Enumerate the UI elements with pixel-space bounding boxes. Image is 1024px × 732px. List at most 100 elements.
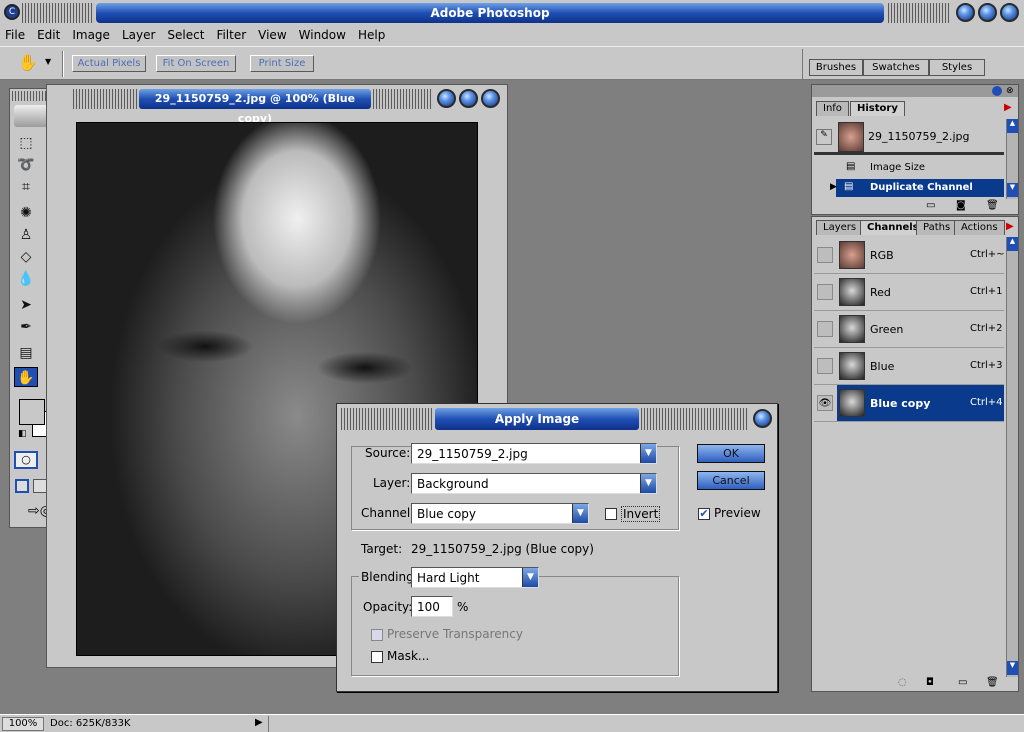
tab-info[interactable]: Info	[816, 101, 849, 116]
default-colors-icon[interactable]: ◧	[18, 429, 27, 439]
menu-image[interactable]: Image	[72, 28, 110, 42]
visibility-eye-box[interactable]	[817, 247, 833, 263]
channels-scrollbar[interactable]: ▲ ▼	[1006, 237, 1018, 677]
channel-row-rgb[interactable]: RGB Ctrl+~	[814, 237, 1005, 274]
palette-well-tab-swatches[interactable]: Swatches	[863, 59, 929, 76]
clone-stamp-tool-icon[interactable]: ♙	[14, 225, 38, 245]
menu-select[interactable]: Select	[167, 28, 204, 42]
chevron-down-icon[interactable]: ▼	[572, 504, 588, 523]
blending-select[interactable]: Hard Light ▼	[411, 567, 539, 588]
visibility-eye-box[interactable]	[817, 284, 833, 300]
eraser-tool-icon[interactable]: ◇	[14, 247, 38, 267]
new-snapshot-icon[interactable]: ◙	[956, 200, 966, 211]
close-button[interactable]	[1000, 3, 1019, 22]
history-palette-menu-icon[interactable]: ▶	[1004, 102, 1012, 113]
menu-file[interactable]: File	[5, 28, 25, 42]
tab-paths[interactable]: Paths	[916, 220, 958, 235]
layer-select[interactable]: Background ▼	[411, 473, 657, 494]
opacity-input[interactable]: 100	[411, 596, 453, 617]
actual-pixels-button[interactable]: Actual Pixels	[72, 55, 146, 72]
preserve-transparency-label[interactable]: Preserve Transparency	[387, 627, 523, 641]
new-channel-icon[interactable]: ▭	[958, 677, 967, 688]
minimize-button[interactable]	[956, 3, 975, 22]
marquee-tool-icon[interactable]: ⬚	[14, 133, 38, 153]
tab-actions[interactable]: Actions	[954, 220, 1005, 235]
cancel-button[interactable]: Cancel	[697, 471, 765, 490]
scroll-up-icon[interactable]: ▲	[1007, 119, 1018, 133]
history-state-duplicate-channel[interactable]: ▶ ▤ Duplicate Channel	[830, 179, 1004, 197]
snapshot-brush-icon[interactable]: ✎	[816, 129, 832, 145]
channel-select[interactable]: Blue copy ▼	[411, 503, 589, 524]
palette-minimize-icon[interactable]	[992, 86, 1002, 96]
status-divider	[268, 716, 269, 732]
tool-preset-dropdown-icon[interactable]: ▼	[45, 57, 51, 66]
scroll-down-icon[interactable]: ▼	[1007, 183, 1018, 197]
channels-trash-icon[interactable]: 🗑	[986, 677, 999, 688]
tab-layers[interactable]: Layers	[816, 220, 864, 235]
photoshop-app-icon[interactable]: C	[4, 4, 20, 20]
chevron-down-icon[interactable]: ▼	[522, 568, 538, 587]
zoom-level[interactable]: 100%	[2, 717, 44, 731]
source-select[interactable]: 29_1150759_2.jpg ▼	[411, 443, 657, 464]
standard-screen-mode-icon[interactable]	[15, 479, 29, 493]
channel-row-blue[interactable]: Blue Ctrl+3	[814, 348, 1004, 385]
opacity-label: Opacity:	[363, 600, 413, 614]
foreground-color-swatch[interactable]	[19, 399, 45, 425]
invert-checkbox[interactable]	[605, 508, 617, 520]
healing-brush-tool-icon[interactable]: ✺	[14, 203, 38, 223]
chevron-down-icon[interactable]: ▼	[640, 444, 656, 463]
dialog-close-button[interactable]	[753, 409, 772, 428]
visibility-eye-box[interactable]	[817, 321, 833, 337]
invert-label[interactable]: Invert	[621, 506, 661, 522]
scroll-up-icon[interactable]: ▲	[1007, 237, 1018, 251]
mask-checkbox[interactable]	[371, 651, 383, 663]
history-state-image-size[interactable]: ▤ Image Size	[814, 159, 1004, 177]
menu-layer[interactable]: Layer	[122, 28, 155, 42]
lasso-tool-icon[interactable]: ➰	[14, 155, 38, 175]
ok-button[interactable]: OK	[697, 444, 765, 463]
channel-row-green[interactable]: Green Ctrl+2	[814, 311, 1004, 348]
tab-history[interactable]: History	[850, 101, 905, 116]
chevron-down-icon[interactable]: ▼	[640, 474, 656, 493]
menu-view[interactable]: View	[258, 28, 286, 42]
preview-label[interactable]: Preview	[714, 506, 761, 520]
mask-label[interactable]: Mask...	[387, 649, 429, 663]
notes-tool-icon[interactable]: ▤	[14, 343, 38, 363]
eye-icon[interactable]: 👁	[817, 395, 833, 411]
standard-mode-icon[interactable]: ○	[14, 451, 38, 469]
visibility-eye-box[interactable]	[817, 358, 833, 374]
print-size-button[interactable]: Print Size	[250, 55, 314, 72]
channel-row-red[interactable]: Red Ctrl+1	[814, 274, 1004, 311]
path-selection-tool-icon[interactable]: ➤	[14, 295, 38, 315]
history-scrollbar[interactable]: ▲ ▼	[1006, 119, 1018, 199]
maximize-button[interactable]	[978, 3, 997, 22]
palette-close-icon[interactable]: ⊗	[1006, 86, 1014, 96]
hand-tool-icon[interactable]: ✋	[18, 53, 38, 72]
history-trash-icon[interactable]: 🗑	[986, 200, 999, 211]
palette-well-tab-brushes[interactable]: Brushes	[809, 59, 863, 76]
scroll-down-icon[interactable]: ▼	[1007, 661, 1018, 675]
blur-tool-icon[interactable]: 💧	[14, 269, 38, 289]
preview-checkbox[interactable]: ✔	[698, 508, 710, 520]
channels-palette-menu-icon[interactable]: ▶	[1006, 221, 1014, 232]
menu-window[interactable]: Window	[299, 28, 346, 42]
load-selection-icon[interactable]: ◌	[898, 677, 907, 688]
menu-edit[interactable]: Edit	[37, 28, 60, 42]
crop-tool-icon[interactable]: ⌗	[14, 177, 38, 197]
full-screen-menu-mode-icon[interactable]	[33, 479, 47, 493]
pen-tool-icon[interactable]: ✒	[14, 317, 38, 337]
palette-well-tab-styles[interactable]: Styles	[929, 59, 985, 76]
menu-help[interactable]: Help	[358, 28, 385, 42]
menu-filter[interactable]: Filter	[216, 28, 246, 42]
history-snapshot-row[interactable]: ✎ 29_1150759_2.jpg	[814, 119, 1004, 155]
new-document-from-state-icon[interactable]: ▭	[926, 200, 935, 211]
fit-on-screen-button[interactable]: Fit On Screen	[156, 55, 236, 72]
document-minimize-button[interactable]	[437, 89, 456, 108]
hand-tool-selected-icon[interactable]: ✋	[14, 367, 38, 387]
document-close-button[interactable]	[481, 89, 500, 108]
channel-row-blue-copy[interactable]: 👁 Blue copy Ctrl+4	[814, 385, 1004, 422]
preserve-transparency-checkbox[interactable]	[371, 629, 383, 641]
save-selection-icon[interactable]: ◘	[926, 677, 934, 688]
document-maximize-button[interactable]	[459, 89, 478, 108]
status-menu-icon[interactable]: ▶	[255, 717, 263, 728]
